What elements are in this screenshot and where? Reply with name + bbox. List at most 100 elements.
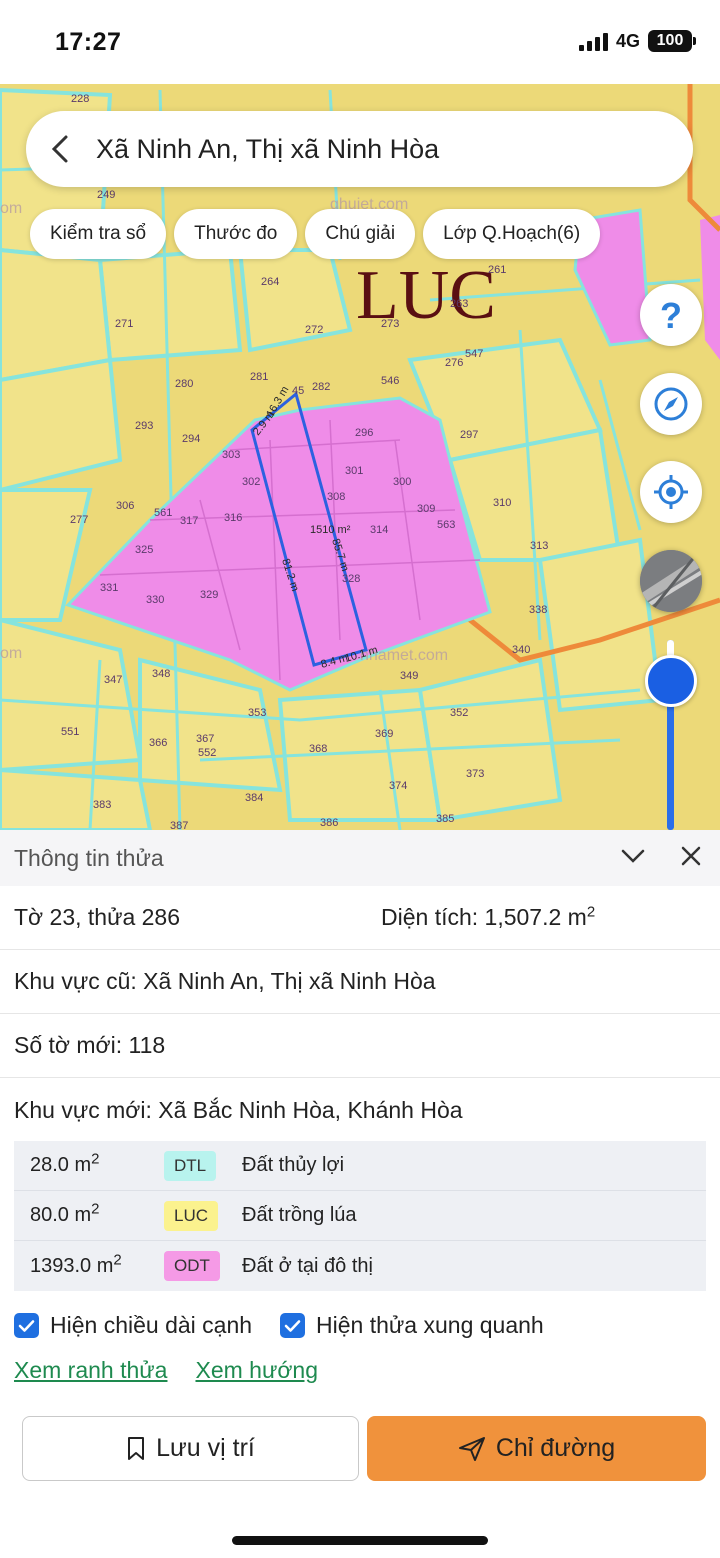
area-label: 1510 m² xyxy=(310,524,351,536)
parcel-number: 45 xyxy=(292,385,304,397)
parcel-area-value: Diện tích: 1,507.2 m xyxy=(381,904,587,930)
map-view[interactable]: LUC om ghujet.com om nhamet.com 228 249 26… xyxy=(0,84,720,830)
parcel-number: 316 xyxy=(224,512,242,524)
parcel-number: 281 xyxy=(250,371,268,383)
old-area-row: Khu vực cũ: Xã Ninh An, Thị xã Ninh Hòa xyxy=(0,950,720,1014)
search-bar[interactable]: Xã Ninh An, Thị xã Ninh Hòa xyxy=(26,111,693,187)
map-watermark: om xyxy=(0,645,22,662)
parcel-number: 306 xyxy=(116,500,134,512)
close-icon[interactable] xyxy=(680,845,702,867)
satellite-thumbnail-icon xyxy=(640,550,702,612)
parcel-number: 369 xyxy=(375,728,393,740)
parcel-number: 303 xyxy=(222,449,240,461)
checkbox-checked-icon[interactable] xyxy=(280,1313,306,1338)
parcel-number: 347 xyxy=(104,674,122,686)
parcel-number: 340 xyxy=(512,644,530,656)
bookmark-icon xyxy=(128,1436,145,1460)
land-use-row: 28.0 m2 DTL Đất thủy lợi xyxy=(14,1141,706,1191)
land-use-code-badge: ODT xyxy=(164,1251,220,1281)
parcel-number: 353 xyxy=(248,707,266,719)
land-use-row: 1393.0 m2 ODT Đất ở tại đô thị xyxy=(14,1241,706,1291)
parcel-number: 385 xyxy=(436,813,454,825)
panel-actions xyxy=(620,843,702,869)
land-use-area: 1393.0 m2 xyxy=(30,1250,122,1277)
land-use-name: Đất trồng lúa xyxy=(242,1204,357,1226)
parcel-number: 297 xyxy=(460,429,478,441)
parcel-number: 387 xyxy=(170,820,188,830)
parcel-number: 317 xyxy=(180,515,198,527)
parcel-number: 366 xyxy=(149,737,167,749)
parcel-number: 261 xyxy=(488,264,506,276)
zoom-slider-handle[interactable] xyxy=(645,655,697,707)
chip-planning-layer[interactable]: Lớp Q.Hoạch(6) xyxy=(423,209,601,259)
land-use-area: 28.0 m2 xyxy=(30,1150,100,1176)
land-use-code-badge: DTL xyxy=(164,1150,217,1181)
parcel-number: 264 xyxy=(261,276,279,288)
parcel-number: 352 xyxy=(450,707,468,719)
compass-button[interactable] xyxy=(640,373,702,435)
parcel-number: 300 xyxy=(393,476,411,488)
directions-button[interactable]: Chỉ đường xyxy=(367,1416,706,1481)
parcel-number: 373 xyxy=(466,768,484,780)
chevron-down-icon[interactable] xyxy=(620,843,646,869)
parcel-number: 313 xyxy=(530,540,548,552)
network-type: 4G xyxy=(615,30,640,51)
parcel-number: 282 xyxy=(312,381,330,393)
show-neighbors-checkbox[interactable]: Hiện thửa xung quanh xyxy=(280,1312,544,1339)
parcel-number: 546 xyxy=(381,375,399,387)
parcel-area: Diện tích: 1,507.2 m2 xyxy=(381,904,595,931)
new-sheet-row: Số tờ mới: 118 xyxy=(0,1014,720,1078)
view-direction-link[interactable]: Xem hướng xyxy=(195,1357,318,1384)
parcel-number: 331 xyxy=(100,582,118,594)
parcel-number: 561 xyxy=(154,507,172,519)
parcel-number: 348 xyxy=(152,668,170,680)
display-options: Hiện chiều dài cạnh Hiện thửa xung quanh xyxy=(14,1312,706,1339)
status-bar: 17:27 4G 100 xyxy=(0,0,720,84)
land-use-table: 28.0 m2 DTL Đất thủy lợi 80.0 m2 LUC Đất… xyxy=(14,1141,706,1291)
parcel-number: 547 xyxy=(465,348,483,360)
view-boundary-link[interactable]: Xem ranh thửa xyxy=(14,1357,167,1384)
new-area-row: Khu vực mới: Xã Bắc Ninh Hòa, Khánh Hòa xyxy=(0,1078,720,1142)
checkbox-checked-icon[interactable] xyxy=(14,1313,39,1338)
parcel-number: 271 xyxy=(115,318,133,330)
panel-header: Thông tin thửa xyxy=(0,830,720,886)
home-indicator xyxy=(232,1536,488,1545)
parcel-number: 302 xyxy=(242,476,260,488)
new-area: Khu vực mới: Xã Bắc Ninh Hòa, Khánh Hòa xyxy=(14,1096,463,1123)
parcel-number: 293 xyxy=(135,420,153,432)
my-location-button[interactable] xyxy=(640,461,702,523)
parcel-number: 314 xyxy=(370,524,388,536)
land-use-name: Đất ở tại đô thị xyxy=(242,1254,373,1277)
send-arrow-icon xyxy=(458,1436,485,1461)
land-use-name: Đất thủy lợi xyxy=(242,1154,345,1176)
save-location-button[interactable]: Lưu vị trí xyxy=(22,1416,359,1481)
parcel-number: 374 xyxy=(389,780,407,792)
zone-label-luc: LUC xyxy=(356,257,496,334)
parcel-number: 249 xyxy=(97,189,115,201)
parcel-number: 384 xyxy=(245,792,263,804)
chip-ruler[interactable]: Thước đo xyxy=(174,209,298,259)
chip-check-book[interactable]: Kiểm tra sổ xyxy=(30,209,167,259)
parcel-number: 552 xyxy=(198,747,216,759)
parcel-number: 309 xyxy=(417,503,435,515)
back-arrow-icon[interactable] xyxy=(26,111,96,187)
svg-text:?: ? xyxy=(660,296,682,334)
map-tool-chips: Kiểm tra sổ Thước đo Chú giải Lớp Q.Hoạc… xyxy=(30,209,601,259)
land-use-code-badge: LUC xyxy=(164,1200,219,1231)
parcel-number: 383 xyxy=(93,799,111,811)
show-edge-length-checkbox[interactable]: Hiện chiều dài cạnh xyxy=(14,1312,252,1339)
land-use-row: 80.0 m2 LUC Đất trồng lúa xyxy=(14,1191,706,1241)
satellite-layer-toggle[interactable] xyxy=(640,550,702,612)
parcel-number: 228 xyxy=(71,93,89,105)
parcel-number: 330 xyxy=(146,594,164,606)
help-button[interactable]: ? xyxy=(640,284,702,346)
parcel-number: 328 xyxy=(342,573,360,585)
panel-title: Thông tin thửa xyxy=(14,844,164,871)
parcel-number: 386 xyxy=(320,817,338,829)
crosshair-location-icon xyxy=(654,475,688,509)
parcel-area-unit: 2 xyxy=(586,903,596,921)
land-use-area: 80.0 m2 xyxy=(30,1200,100,1226)
parcel-number: 263 xyxy=(450,298,468,310)
show-neighbors-label: Hiện thửa xung quanh xyxy=(316,1312,544,1338)
chip-legend[interactable]: Chú giải xyxy=(305,209,416,259)
